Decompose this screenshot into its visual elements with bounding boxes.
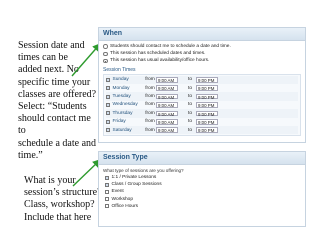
from-label: from — [145, 110, 155, 116]
note-line: should contact me to — [18, 113, 91, 137]
from-time-input[interactable]: 9:00 AM — [156, 85, 178, 91]
note-line: specific time your — [18, 76, 91, 88]
annotation-when-instructions: Session date and times can be added next… — [18, 40, 98, 162]
note-line: schedule a date and — [18, 137, 97, 149]
day-row-wednesday: Wednesday from 9:00 AM to 9:00 PM — [106, 101, 298, 109]
day-checkbox[interactable] — [106, 111, 110, 116]
day-row-tuesday: Tuesday from 9:00 AM to 9:00 PM — [106, 92, 298, 101]
session-times-table: Sunday from 9:00 AM to 9:00 PM Monday fr… — [103, 73, 301, 137]
from-time-input[interactable]: 9:00 AM — [156, 127, 178, 133]
from-label: from — [145, 94, 155, 100]
day-label: Tuesday — [112, 94, 131, 100]
note-line: Select: “Students — [18, 101, 87, 113]
session-type-class[interactable]: Class / Group Sessions — [105, 181, 301, 188]
option-label: This session has usual availability/offi… — [110, 58, 210, 64]
note-line: Class, workshop? — [24, 199, 95, 211]
session-times-title: Session Times — [103, 66, 136, 73]
note-line: times can be — [18, 52, 68, 64]
from-label: from — [145, 127, 155, 133]
day-label: Sunday — [112, 77, 129, 83]
option-label: Office Hours — [111, 203, 139, 209]
annotation-session-type-instructions: What is your session’s structure? Class,… — [24, 175, 104, 224]
from-label: from — [145, 102, 155, 108]
session-type-workshop[interactable]: Workshop — [105, 196, 301, 203]
to-time-input[interactable]: 9:00 PM — [196, 127, 218, 133]
day-row-sunday: Sunday from 9:00 AM to 9:00 PM — [106, 75, 298, 84]
day-checkbox[interactable] — [106, 119, 110, 124]
session-type-office-hours[interactable]: Office Hours — [105, 203, 301, 210]
note-line: Include that here — [24, 211, 92, 223]
note-line: session’s structure? — [24, 187, 102, 199]
when-panel-header: When — [99, 28, 305, 41]
from-time-input[interactable]: 9:00 AM — [156, 76, 178, 83]
session-type-private[interactable]: 1:1 / Private Lessons — [105, 174, 301, 181]
when-option-office-hours[interactable]: This session has usual availability/offi… — [103, 57, 301, 64]
session-type-question: What type of sessions are you offering? — [103, 168, 184, 173]
day-label: Saturday — [112, 127, 132, 133]
when-option-scheduled[interactable]: This session has scheduled dates and tim… — [103, 50, 301, 57]
day-row-thursday: Thursday from 9:00 AM to 9:00 PM — [106, 109, 298, 118]
to-time-input[interactable]: 9:00 PM — [196, 76, 218, 83]
to-label: to — [187, 77, 192, 83]
day-label: Wednesday — [112, 102, 138, 108]
to-label: to — [187, 102, 192, 108]
checkbox-checked[interactable] — [105, 182, 109, 187]
to-time-input[interactable]: 9:00 PM — [196, 102, 218, 108]
session-type-event[interactable]: Event — [105, 188, 301, 195]
when-panel: When Students should contact me to sched… — [98, 27, 306, 143]
note-line: What is your — [24, 175, 76, 186]
to-time-input[interactable]: 9:00 PM — [196, 110, 218, 117]
from-label: from — [145, 77, 155, 83]
day-row-monday: Monday from 9:00 AM to 9:00 PM — [106, 84, 298, 92]
day-checkbox[interactable] — [106, 102, 110, 107]
radio-button-selected[interactable] — [103, 58, 108, 64]
day-checkbox[interactable] — [106, 86, 110, 91]
note-line: time.” — [18, 149, 43, 161]
to-label: to — [187, 127, 192, 133]
from-label: from — [145, 85, 155, 91]
option-label: Workshop — [111, 196, 134, 202]
note-line: classes are offered? — [18, 88, 97, 100]
option-label: Class / Group Sessions — [111, 182, 162, 188]
note-line: Session date and — [18, 40, 85, 51]
option-label: This session has scheduled dates and tim… — [110, 51, 206, 57]
to-label: to — [187, 119, 192, 125]
option-label: Event — [111, 189, 124, 195]
note-line: added next. No — [18, 64, 79, 76]
option-label: 1:1 / Private Lessons — [111, 175, 157, 181]
day-label: Thursday — [112, 110, 133, 116]
to-label: to — [187, 85, 192, 91]
checkbox[interactable] — [105, 197, 109, 202]
day-row-saturday: Saturday from 9:00 AM to 9:00 PM — [106, 125, 298, 135]
checkbox-checked[interactable] — [105, 175, 109, 180]
day-label: Monday — [112, 85, 130, 91]
day-label: Friday — [112, 119, 126, 125]
to-time-input[interactable]: 9:00 PM — [196, 93, 218, 100]
to-time-input[interactable]: 9:00 PM — [196, 118, 218, 125]
session-type-panel: Session Type What type of sessions are y… — [98, 151, 306, 227]
checkbox[interactable] — [105, 189, 109, 194]
from-label: from — [145, 119, 155, 125]
day-row-friday: Friday from 9:00 AM to 9:00 PM — [106, 118, 298, 126]
day-checkbox[interactable] — [106, 77, 110, 82]
from-time-input[interactable]: 9:00 AM — [156, 93, 178, 100]
day-checkbox[interactable] — [106, 128, 110, 133]
session-type-header: Session Type — [99, 152, 305, 165]
to-label: to — [187, 110, 192, 116]
radio-button[interactable] — [103, 44, 108, 49]
when-option-contact[interactable]: Students should contact me to schedule a… — [103, 43, 301, 50]
to-time-input[interactable]: 9:00 PM — [196, 85, 218, 91]
from-time-input[interactable]: 9:00 AM — [156, 118, 178, 125]
day-checkbox[interactable] — [106, 94, 110, 99]
option-label: Students should contact me to schedule a… — [110, 44, 231, 50]
to-label: to — [187, 94, 192, 100]
checkbox[interactable] — [105, 204, 109, 209]
from-time-input[interactable]: 9:00 AM — [156, 110, 178, 117]
radio-button[interactable] — [103, 51, 108, 57]
from-time-input[interactable]: 9:00 AM — [156, 102, 178, 108]
